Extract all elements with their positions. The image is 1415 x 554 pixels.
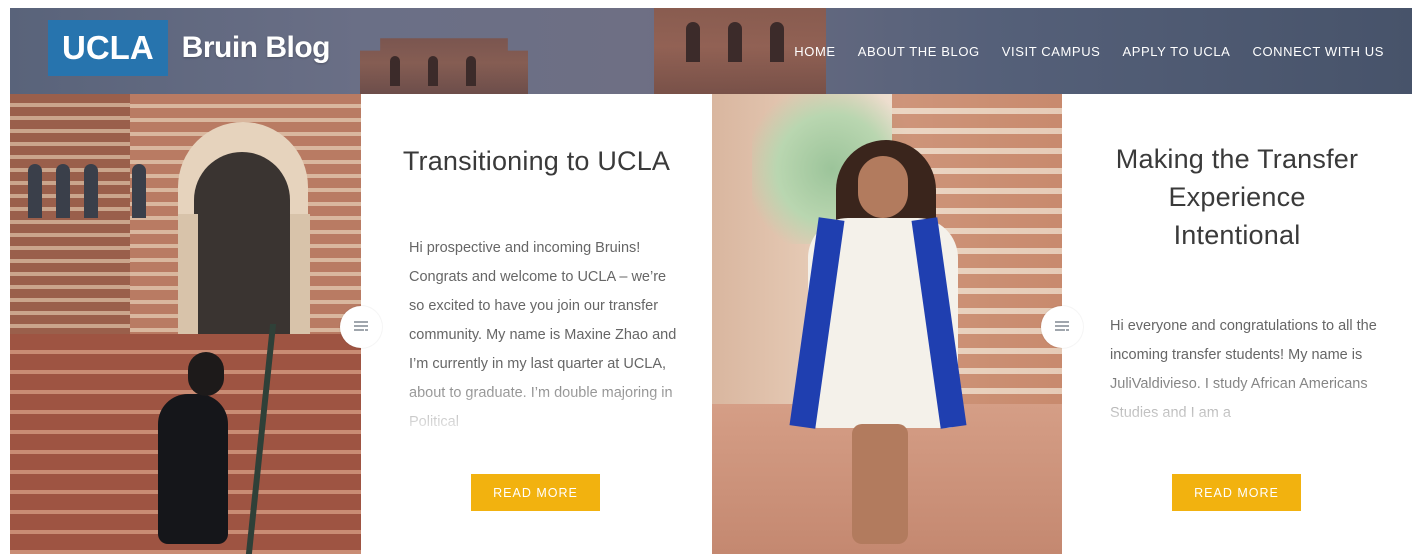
header-window: [428, 56, 438, 86]
nav-connect-with-us[interactable]: CONNECT WITH US: [1252, 44, 1384, 59]
post-1-excerpt-wrap: Hi prospective and incoming Bruins! Cong…: [409, 234, 679, 458]
image-window: [84, 164, 98, 218]
main-nav: HOME ABOUT THE BLOG VISIT CAMPUS APPLY T…: [794, 8, 1384, 94]
nav-visit-campus[interactable]: VISIT CAMPUS: [1002, 44, 1101, 59]
image-person-face: [858, 156, 908, 218]
image-person-legs: [852, 424, 908, 544]
post-format-icon: [1041, 306, 1083, 348]
text-lines-icon: [354, 321, 368, 331]
post-2-image[interactable]: [712, 94, 1062, 554]
post-format-icon: [340, 306, 382, 348]
image-brick-wall-shadow: [10, 94, 130, 364]
header-window: [390, 56, 400, 86]
image-window: [56, 164, 70, 218]
post-1-title[interactable]: Transitioning to UCLA: [391, 142, 682, 180]
image-person-head: [188, 352, 224, 396]
image-person: [158, 394, 228, 544]
post-2-excerpt-wrap: Hi everyone and congratulations to all t…: [1110, 312, 1380, 458]
nav-apply-to-ucla[interactable]: APPLY TO UCLA: [1122, 44, 1230, 59]
excerpt-fade: [409, 368, 679, 458]
image-doorway: [194, 152, 290, 342]
nav-about-the-blog[interactable]: ABOUT THE BLOG: [858, 44, 980, 59]
post-2-card: Making the Transfer Experience Intention…: [1062, 94, 1412, 554]
site-header: UCLA Bruin Blog HOME ABOUT THE BLOG VISI…: [10, 8, 1412, 94]
site-logo[interactable]: UCLA Bruin Blog: [48, 20, 330, 76]
post-1-card: Transitioning to UCLA Hi prospective and…: [361, 94, 712, 554]
header-window: [728, 22, 742, 62]
text-lines-icon: [1055, 321, 1069, 331]
post-1-image[interactable]: [10, 94, 361, 554]
post-1-read-more-button[interactable]: READ MORE: [471, 474, 600, 511]
page: UCLA Bruin Blog HOME ABOUT THE BLOG VISI…: [0, 0, 1415, 554]
post-2-read-more-button[interactable]: READ MORE: [1172, 474, 1301, 511]
post-2-title[interactable]: Making the Transfer Experience Intention…: [1102, 140, 1372, 254]
nav-home[interactable]: HOME: [794, 44, 835, 59]
image-window: [132, 164, 146, 218]
header-window: [770, 22, 784, 62]
logo-ucla: UCLA: [48, 20, 168, 76]
header-window: [686, 22, 700, 62]
header-window: [466, 56, 476, 86]
image-window: [28, 164, 42, 218]
header-background-building: [360, 38, 528, 94]
excerpt-fade: [1110, 368, 1380, 458]
logo-text: Bruin Blog: [181, 31, 331, 64]
